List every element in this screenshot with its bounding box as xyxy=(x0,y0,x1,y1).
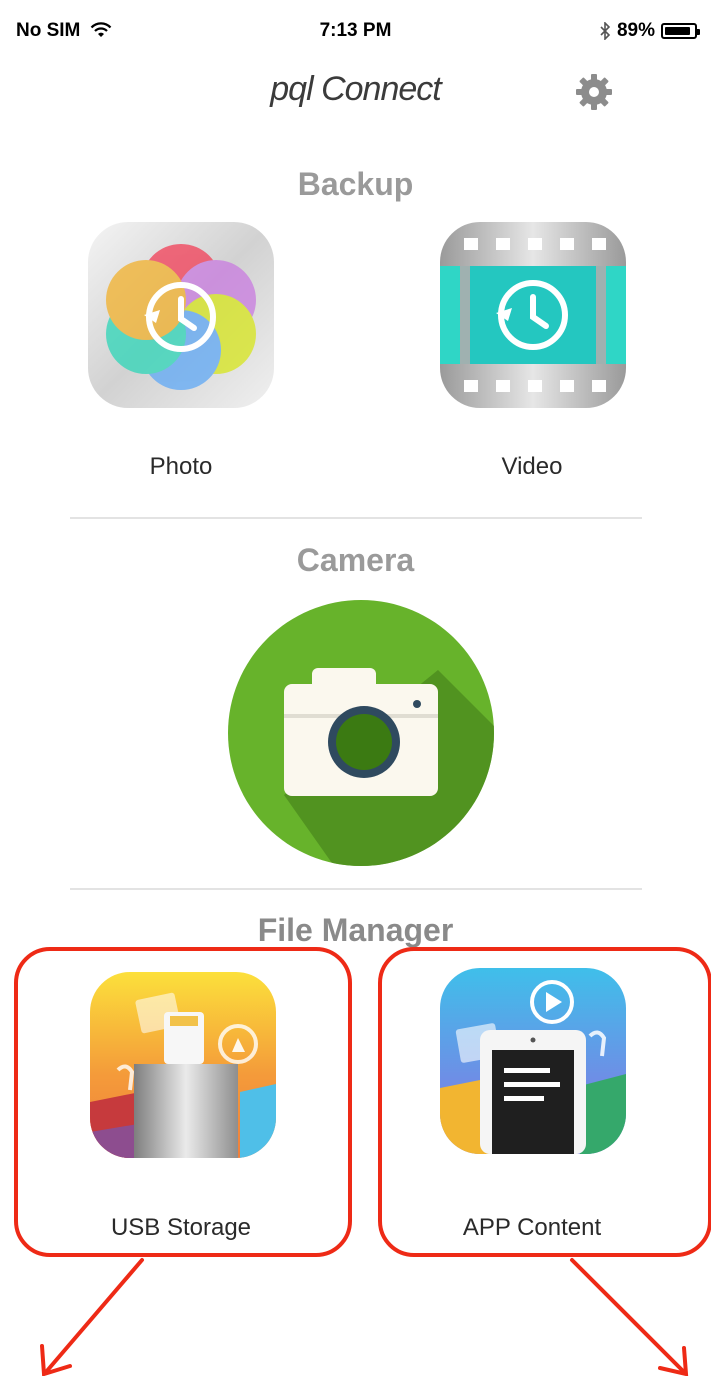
app-content-label: APP Content xyxy=(462,1214,602,1241)
divider-backup-camera xyxy=(70,517,642,519)
photo-label: Photo xyxy=(149,453,213,480)
video-label: Video xyxy=(501,453,563,480)
usb-storage-button[interactable] xyxy=(90,972,276,1158)
gear-icon[interactable] xyxy=(574,72,614,112)
arrow-left-line xyxy=(44,1258,144,1374)
photo-backup-icon xyxy=(88,222,274,408)
arrow-right-line xyxy=(570,1258,686,1374)
status-right: 89% xyxy=(599,20,700,42)
photo-backup-button[interactable] xyxy=(88,222,274,408)
app-content-button[interactable] xyxy=(440,968,626,1154)
camera-icon xyxy=(228,600,494,866)
divider-camera-files xyxy=(70,888,642,890)
bluetooth-icon xyxy=(600,22,611,40)
usb-storage-icon xyxy=(90,972,276,1158)
camera-button[interactable] xyxy=(228,600,494,866)
status-bar: No SIM 7:13 PM 89% xyxy=(0,0,711,60)
battery-icon xyxy=(661,23,700,39)
app-content-icon xyxy=(440,968,626,1154)
file-manager-section-title: File Manager xyxy=(257,912,454,948)
video-backup-button[interactable] xyxy=(440,222,626,408)
battery-percent: 89% xyxy=(616,20,655,41)
usb-storage-label: USB Storage xyxy=(110,1214,252,1241)
video-backup-icon xyxy=(440,222,626,408)
backup-section-title: Backup xyxy=(297,166,414,202)
camera-section-title: Camera xyxy=(296,542,415,578)
annotation-arrows xyxy=(40,1258,689,1376)
